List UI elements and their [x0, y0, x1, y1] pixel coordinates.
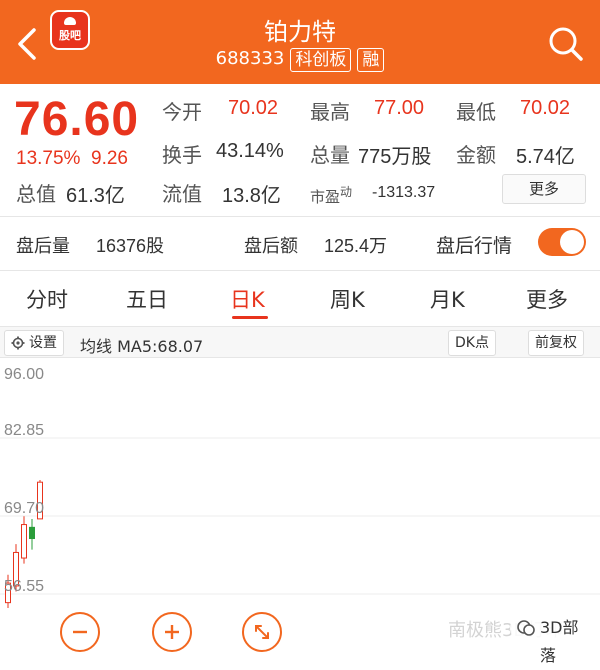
tab-daily-k[interactable]: 日K [230, 284, 265, 314]
gear-icon [11, 336, 25, 350]
chart-toolbar: 设置 均线 MA5:68.07 DK点 前复权 [0, 326, 600, 358]
after-hours-toggle[interactable] [538, 228, 586, 256]
stock-subtitle: 688333 科创板 融 [0, 48, 600, 72]
amount-label: 金额 [456, 143, 496, 167]
tab-intraday[interactable]: 分时 [26, 284, 68, 314]
float-cap-value: 13.8亿 [222, 185, 281, 207]
after-hours-volume-label: 盘后量 [16, 236, 70, 257]
y-tick-label: 56.55 [4, 578, 45, 595]
change-amount: 9.26 [91, 148, 128, 169]
fullscreen-button[interactable] [242, 612, 282, 652]
chart-settings-button[interactable]: 设置 [4, 330, 64, 356]
pe-dynamic-sup: 动 [340, 185, 353, 199]
toggle-knob [560, 230, 584, 254]
active-tab-indicator [232, 316, 268, 319]
after-hours-quote-label: 盘后行情 [436, 235, 513, 257]
zoom-in-button[interactable] [152, 612, 192, 652]
star-market-tag: 科创板 [290, 48, 352, 72]
open-value: 70.02 [228, 97, 279, 119]
watermark-badge-text: 3D部落 [540, 618, 579, 665]
high-value: 77.00 [374, 97, 425, 119]
zoom-out-button[interactable] [60, 612, 100, 652]
after-hours-amount-label: 盘后额 [244, 236, 298, 257]
wechat-icon [517, 620, 535, 636]
y-tick-label: 96.00 [4, 366, 45, 383]
divider [0, 216, 600, 217]
minus-icon [73, 630, 87, 634]
search-button[interactable] [548, 26, 584, 62]
float-cap-label: 流值 [162, 182, 202, 206]
search-icon [549, 27, 583, 61]
app-header: 股吧 铂力特 688333 科创板 融 [0, 0, 600, 84]
dk-point-button[interactable]: DK点 [448, 330, 496, 356]
y-tick-label: 82.85 [4, 422, 45, 439]
market-cap-value: 61.3亿 [66, 185, 125, 207]
candle-body [21, 524, 27, 559]
candlestick-svg [0, 437, 600, 612]
low-value: 70.02 [520, 97, 571, 119]
amount-value: 5.74亿 [516, 146, 575, 168]
adjust-button[interactable]: 前复权 [528, 330, 584, 356]
candle-body [29, 526, 35, 540]
low-label: 最低 [456, 100, 496, 124]
pe-label: 市盈动 [310, 183, 352, 207]
y-tick-label: 69.70 [4, 500, 45, 517]
stock-name: 铂力特 [264, 18, 336, 46]
pe-value: -1313.37 [372, 184, 436, 201]
tab-weekly-k[interactable]: 周K [330, 284, 365, 314]
pe-label-text: 市盈 [310, 188, 341, 206]
open-label: 今开 [162, 100, 202, 124]
quote-more-button[interactable]: 更多 [502, 174, 586, 204]
turnover-value: 43.14% [216, 140, 284, 162]
expand-icon [255, 625, 269, 639]
ma-indicator: 均线 MA5:68.07 [80, 337, 204, 356]
high-label: 最高 [310, 100, 350, 124]
plus-icon [165, 625, 179, 639]
tab-five-day[interactable]: 五日 [126, 284, 168, 314]
margin-tag: 融 [357, 48, 385, 72]
volume-value: 775万股 [358, 146, 432, 168]
watermark-badge: 3D部落 [510, 614, 600, 665]
stock-code: 688333 [215, 48, 285, 69]
turnover-label: 换手 [162, 143, 202, 167]
after-hours-volume-value: 16376股 [96, 236, 165, 256]
volume-label: 总量 [310, 143, 350, 167]
tab-more[interactable]: 更多 [526, 284, 568, 314]
current-price: 76.60 [14, 93, 140, 146]
divider [0, 270, 600, 271]
market-cap-label: 总值 [16, 182, 56, 206]
change-percent: 13.75% [16, 148, 81, 169]
k-line-chart[interactable]: 96.00 82.85 69.70 56.55 [0, 358, 600, 612]
price-change: 13.75% 9.26 [16, 148, 128, 170]
chart-tabs: 分时 五日 日K 周K 月K 更多 [0, 276, 600, 324]
after-hours-amount-value: 125.4万 [324, 236, 388, 256]
settings-label: 设置 [29, 335, 57, 351]
tab-monthly-k[interactable]: 月K [430, 284, 465, 314]
